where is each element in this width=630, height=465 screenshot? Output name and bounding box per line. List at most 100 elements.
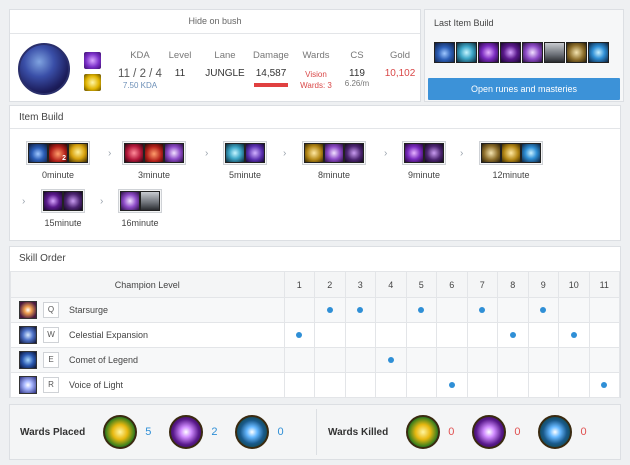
skill-dot xyxy=(601,382,608,388)
orb-icon[interactable] xyxy=(521,143,541,163)
eye-icon[interactable] xyxy=(324,143,344,163)
step-time-label: 0minute xyxy=(41,170,75,180)
step-time-label: 9minute xyxy=(407,170,441,180)
divider xyxy=(10,33,420,34)
chest-icon[interactable] xyxy=(544,42,565,63)
staff-icon[interactable] xyxy=(478,42,499,63)
skill-dot xyxy=(387,357,394,363)
summoner-spell-smite-icon xyxy=(84,52,101,69)
build-step: 15minute xyxy=(41,189,85,228)
skill-dot xyxy=(448,382,455,388)
level-header: 7 xyxy=(466,271,498,298)
level-header: 9 xyxy=(527,271,559,298)
chevron-right-icon: › xyxy=(108,148,112,159)
blue-ward-icon xyxy=(538,415,573,449)
skill-dot xyxy=(418,307,425,313)
crystal-icon[interactable] xyxy=(225,143,245,163)
skill-order-panel: Skill Order Champion Level 1 2 3 4 5 6 7… xyxy=(9,246,621,398)
item-build-panel: Item Build 2 0minute › 3minute › 5minute… xyxy=(9,105,621,241)
wards-killed-group: Wards Killed 0 0 0 xyxy=(328,405,605,459)
ward-count: 0 xyxy=(580,426,587,438)
ward-item: 2 xyxy=(169,415,217,449)
orb-icon[interactable] xyxy=(588,42,609,63)
eye-icon[interactable] xyxy=(120,191,140,211)
skill-name: Starsurge xyxy=(69,305,109,315)
skill-name: Comet of Legend xyxy=(69,355,139,365)
celestial-expansion-icon xyxy=(19,326,37,344)
level-value: 11 xyxy=(174,68,186,79)
wards-placed-label: Wards Placed xyxy=(20,426,86,438)
skill-dot xyxy=(570,332,577,338)
ward-item: 0 xyxy=(538,415,587,449)
skill-key: W xyxy=(43,327,59,343)
trinket-icon[interactable] xyxy=(68,143,88,163)
item-build-title: Item Build xyxy=(19,112,64,123)
skill-dot xyxy=(540,307,547,313)
gold-value: 10,102 xyxy=(384,68,416,79)
dark-icon[interactable] xyxy=(63,191,83,211)
cs-value: 119 xyxy=(349,68,365,79)
yellow-ward-icon xyxy=(406,415,441,449)
skill-order-title: Skill Order xyxy=(19,253,66,264)
purple-icon[interactable] xyxy=(245,143,265,163)
skill-dot xyxy=(326,307,333,313)
claws-icon[interactable] xyxy=(481,143,501,163)
dark-staff-icon[interactable] xyxy=(43,191,63,211)
chest-icon[interactable] xyxy=(140,191,160,211)
last-item-build-items xyxy=(434,42,609,63)
boots-icon[interactable] xyxy=(434,42,455,63)
ward-count: 5 xyxy=(145,426,152,438)
level-header: 10 xyxy=(558,271,590,298)
chevron-right-icon: › xyxy=(283,148,287,159)
dark-icon[interactable] xyxy=(424,143,444,163)
red-blade-icon[interactable] xyxy=(124,143,144,163)
potion-icon[interactable]: 2 xyxy=(48,143,68,163)
blue-ward-icon xyxy=(235,415,270,449)
open-runes-button[interactable]: Open runes and masteries xyxy=(428,78,620,100)
champion-level-header: Champion Level xyxy=(10,271,285,298)
ward-item: 0 xyxy=(472,415,520,449)
build-step: 9minute xyxy=(402,141,446,180)
wards-killed-label: Wards Killed xyxy=(328,426,389,438)
skill-header-row: Champion Level 1 2 3 4 5 6 7 8 9 10 11 xyxy=(10,271,620,298)
damage-label: Damage xyxy=(253,50,289,61)
claws-icon[interactable] xyxy=(566,42,587,63)
skill-dot xyxy=(357,307,364,313)
level-header: 3 xyxy=(344,271,376,298)
divider xyxy=(316,409,317,455)
dark-icon[interactable] xyxy=(344,143,364,163)
crystal-icon[interactable] xyxy=(456,42,477,63)
gold-icon[interactable] xyxy=(501,143,521,163)
gold-icon[interactable] xyxy=(304,143,324,163)
skill-row-w: W Celestial Expansion xyxy=(10,322,620,348)
step-time-label: 15minute xyxy=(44,218,82,228)
match-summary-panel: Hide on bush KDA 11 / 2 / 4 7.50 KDA Lev… xyxy=(9,9,421,102)
build-step: 5minute xyxy=(223,141,267,180)
skill-name: Celestial Expansion xyxy=(69,330,149,340)
chevron-right-icon: › xyxy=(100,196,104,207)
skill-row-q: Q Starsurge xyxy=(10,297,620,323)
potion-icon[interactable] xyxy=(144,143,164,163)
gold-stat: Gold 10,102 xyxy=(380,50,420,79)
cs-stat: CS 119 6.26/m xyxy=(338,50,376,88)
lane-stat: Lane JUNGLE xyxy=(200,50,250,79)
boots-icon[interactable] xyxy=(28,143,48,163)
chevron-right-icon: › xyxy=(22,196,26,207)
level-header: 8 xyxy=(497,271,529,298)
skill-key: Q xyxy=(43,302,59,318)
step-time-label: 16minute xyxy=(121,218,159,228)
staff-icon[interactable] xyxy=(404,143,424,163)
level-header: 11 xyxy=(588,271,620,298)
dark-staff-icon[interactable] xyxy=(500,42,521,63)
summoner-spell-flash-icon xyxy=(84,74,101,91)
vision-label: Vision xyxy=(305,70,327,79)
wards-stat: Wards Vision Wards: 3 xyxy=(294,50,338,90)
eye-icon[interactable] xyxy=(164,143,184,163)
eye-icon[interactable] xyxy=(522,42,543,63)
level-header: 6 xyxy=(436,271,468,298)
skill-order-table: Champion Level 1 2 3 4 5 6 7 8 9 10 11 Q… xyxy=(10,271,620,398)
voice-of-light-icon xyxy=(19,376,37,394)
damage-bar xyxy=(254,83,288,87)
cs-label: CS xyxy=(350,50,364,61)
gold-label: Gold xyxy=(389,50,411,61)
